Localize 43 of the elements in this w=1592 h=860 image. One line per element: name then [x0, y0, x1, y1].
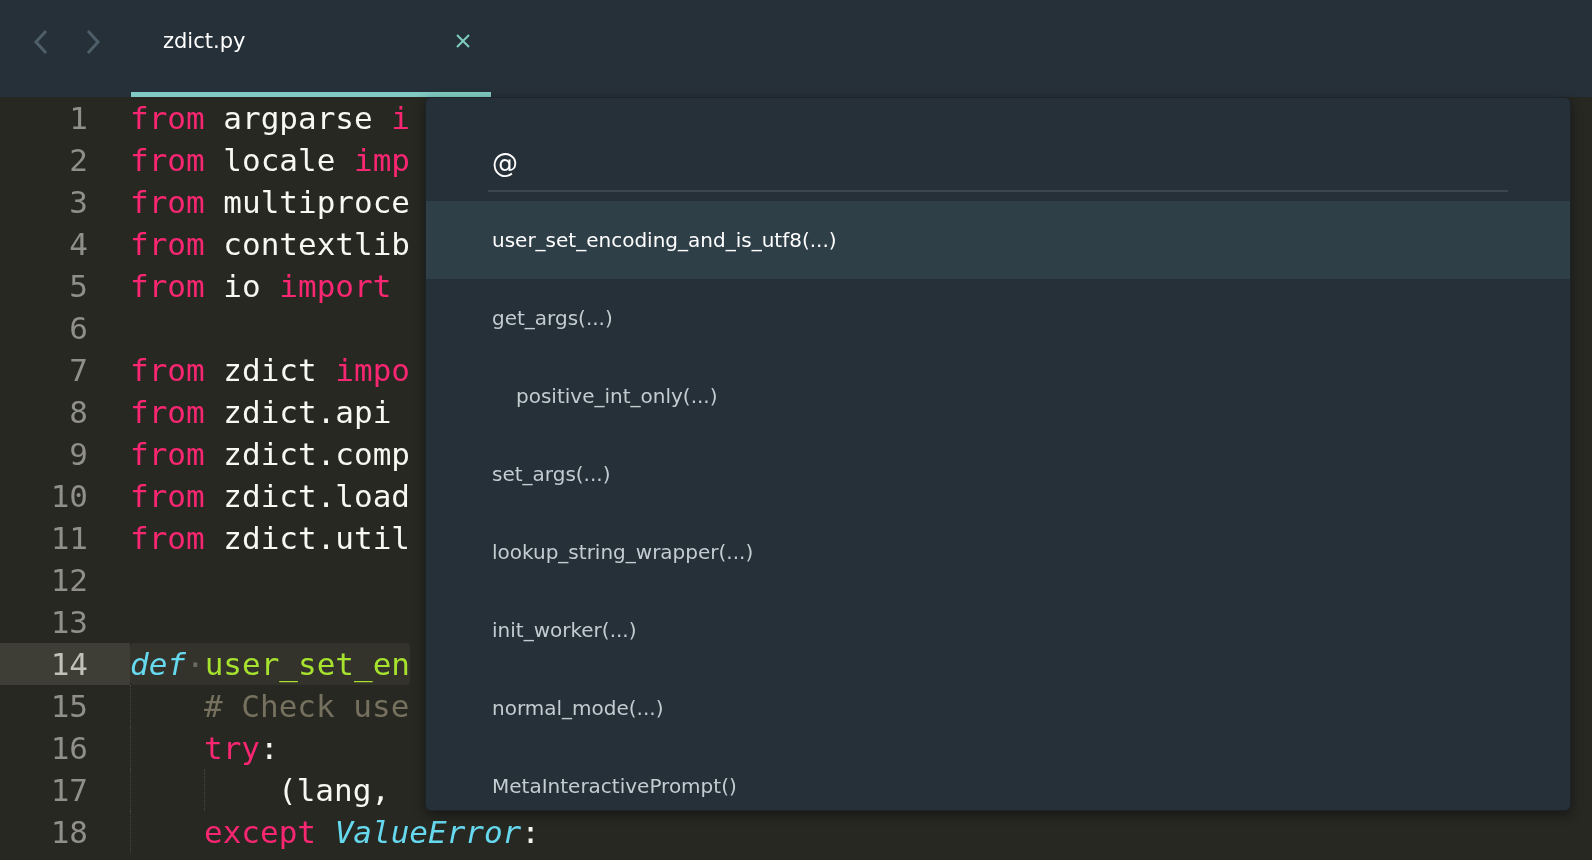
line-number: 6 — [68, 309, 89, 348]
line-number: 3 — [68, 183, 89, 222]
code-line: from io import — [130, 267, 392, 306]
code-line: from zdict.util — [130, 519, 410, 558]
line-number: 11 — [49, 519, 89, 558]
code-line: from zdict.comp — [130, 435, 410, 474]
code-line: (lang, — [278, 771, 390, 810]
code-line: from zdict impo — [130, 351, 410, 390]
symbol-item[interactable]: get_args(...) — [426, 279, 1570, 357]
symbol-item[interactable]: normal_mode(...) — [426, 669, 1570, 747]
line-number: 14 — [0, 643, 130, 685]
code-line: try: — [204, 729, 279, 768]
symbol-item[interactable]: positive_int_only(...) — [426, 357, 1570, 435]
line-number: 18 — [49, 813, 89, 852]
code-line: except ValueError: — [204, 813, 540, 852]
back-icon[interactable] — [33, 29, 49, 55]
code-line: from contextlib — [130, 225, 410, 264]
code-line: from argparse i — [130, 99, 410, 138]
line-number: 15 — [49, 687, 89, 726]
line-number: 16 — [49, 729, 89, 768]
line-number: 9 — [68, 435, 89, 474]
forward-icon[interactable] — [85, 29, 101, 55]
line-number: 1 — [68, 99, 89, 138]
code-line: from zdict.load — [130, 477, 410, 516]
line-number: 8 — [68, 393, 89, 432]
line-number: 5 — [68, 267, 89, 306]
symbol-item[interactable]: lookup_string_wrapper(...) — [426, 513, 1570, 591]
line-number: 2 — [68, 141, 89, 180]
line-number: 17 — [49, 771, 89, 810]
code-line: from zdict.api — [130, 393, 392, 432]
line-number: 13 — [49, 603, 89, 642]
line-number: 7 — [68, 351, 89, 390]
line-number: 12 — [49, 561, 89, 600]
symbol-item[interactable]: init_worker(...) — [426, 591, 1570, 669]
symbol-search-field[interactable]: @ — [488, 136, 1508, 192]
line-number: 4 — [68, 225, 89, 264]
close-icon[interactable] — [455, 33, 471, 49]
symbol-item[interactable]: set_args(...) — [426, 435, 1570, 513]
code-line: # Check use — [204, 687, 410, 726]
code-line: from locale imp — [130, 141, 410, 180]
symbol-item[interactable]: user_set_encoding_and_is_utf8(...) — [426, 201, 1570, 279]
line-number: 10 — [49, 477, 89, 516]
code-line: from multiproce — [130, 183, 410, 222]
